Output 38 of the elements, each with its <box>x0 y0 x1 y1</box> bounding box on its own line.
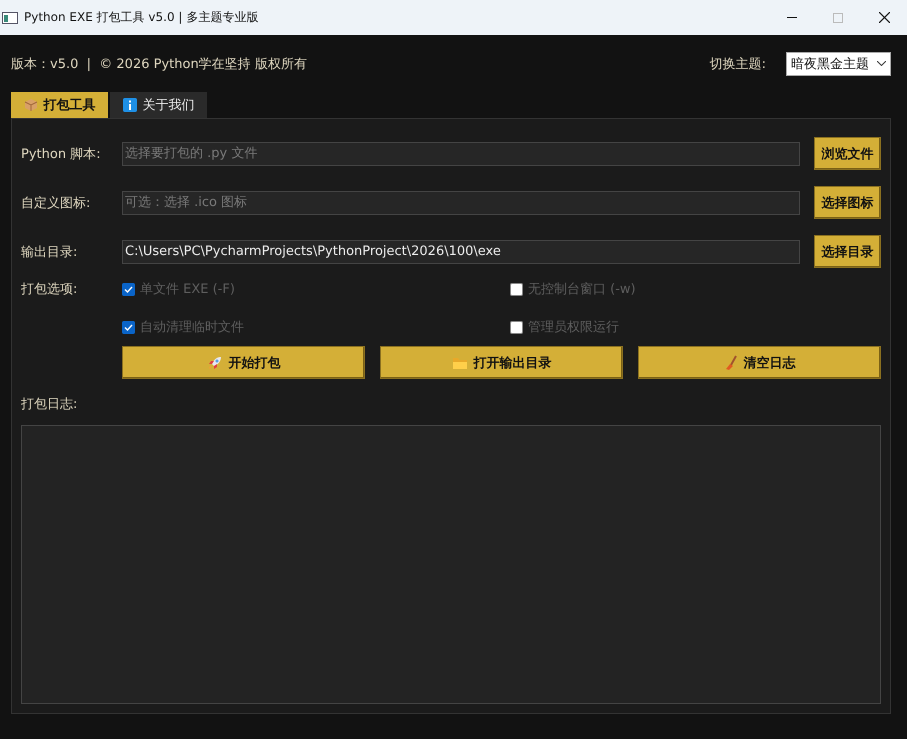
field-label: 输出目录: <box>21 244 78 260</box>
action-button[interactable]: 打开输出目录 <box>380 346 623 379</box>
theme-label: 切换主题: <box>710 56 766 72</box>
rocket-icon <box>206 354 222 370</box>
app-icon <box>2 12 18 24</box>
log-label: 打包日志: <box>21 396 78 414</box>
window-title: Python EXE 打包工具 v5.0 | 多主题专业版 <box>24 9 260 26</box>
input-field[interactable]: C:\Users\PC\PycharmProjects\PythonProject\2026\100\exe <box>122 240 800 264</box>
field-label: Python 脚本: <box>21 146 102 162</box>
input-field[interactable]: 可选：选择 .ico 图标 <box>122 190 800 214</box>
tab[interactable]: 关于我们 <box>110 92 207 118</box>
copyright-text: 版本：v5.0 | © 2026 Python学在坚持 版权所有 <box>11 56 308 72</box>
options-label: 打包选项: <box>21 281 78 299</box>
broom-icon <box>724 354 738 370</box>
checkbox[interactable] <box>510 282 523 296</box>
browse-button[interactable]: 浏览文件 <box>814 137 881 170</box>
checkbox[interactable] <box>510 320 523 334</box>
action-button[interactable]: 开始打包 <box>122 346 365 379</box>
checkbox-label: 自动清理临时文件 <box>140 319 244 336</box>
info-icon <box>122 98 136 112</box>
checkbox[interactable] <box>122 282 135 296</box>
tab[interactable]: 打包工具 <box>11 92 108 118</box>
browse-button[interactable]: 选择图标 <box>814 186 881 219</box>
input-field[interactable]: 选择要打包的 .py 文件 <box>122 142 800 166</box>
close-icon[interactable] <box>878 12 890 23</box>
checkbox[interactable] <box>122 320 135 334</box>
browse-button[interactable]: 选择目录 <box>814 235 881 268</box>
chevron-icon <box>877 61 886 66</box>
field-label: 自定义图标: <box>21 194 92 212</box>
checkbox-label: 单文件 EXE (-F) <box>140 281 235 298</box>
checkbox-label: 管理员权限运行 <box>528 319 619 336</box>
theme-dropdown[interactable]: 暗夜黑金主题 <box>786 52 891 76</box>
action-button[interactable]: 清空日志 <box>638 346 881 379</box>
check-icon <box>124 324 133 330</box>
checkbox-label: 无控制台窗口 (-w) <box>528 281 636 298</box>
box-icon <box>24 98 38 112</box>
check-icon <box>124 286 133 292</box>
folder-icon <box>452 356 468 370</box>
